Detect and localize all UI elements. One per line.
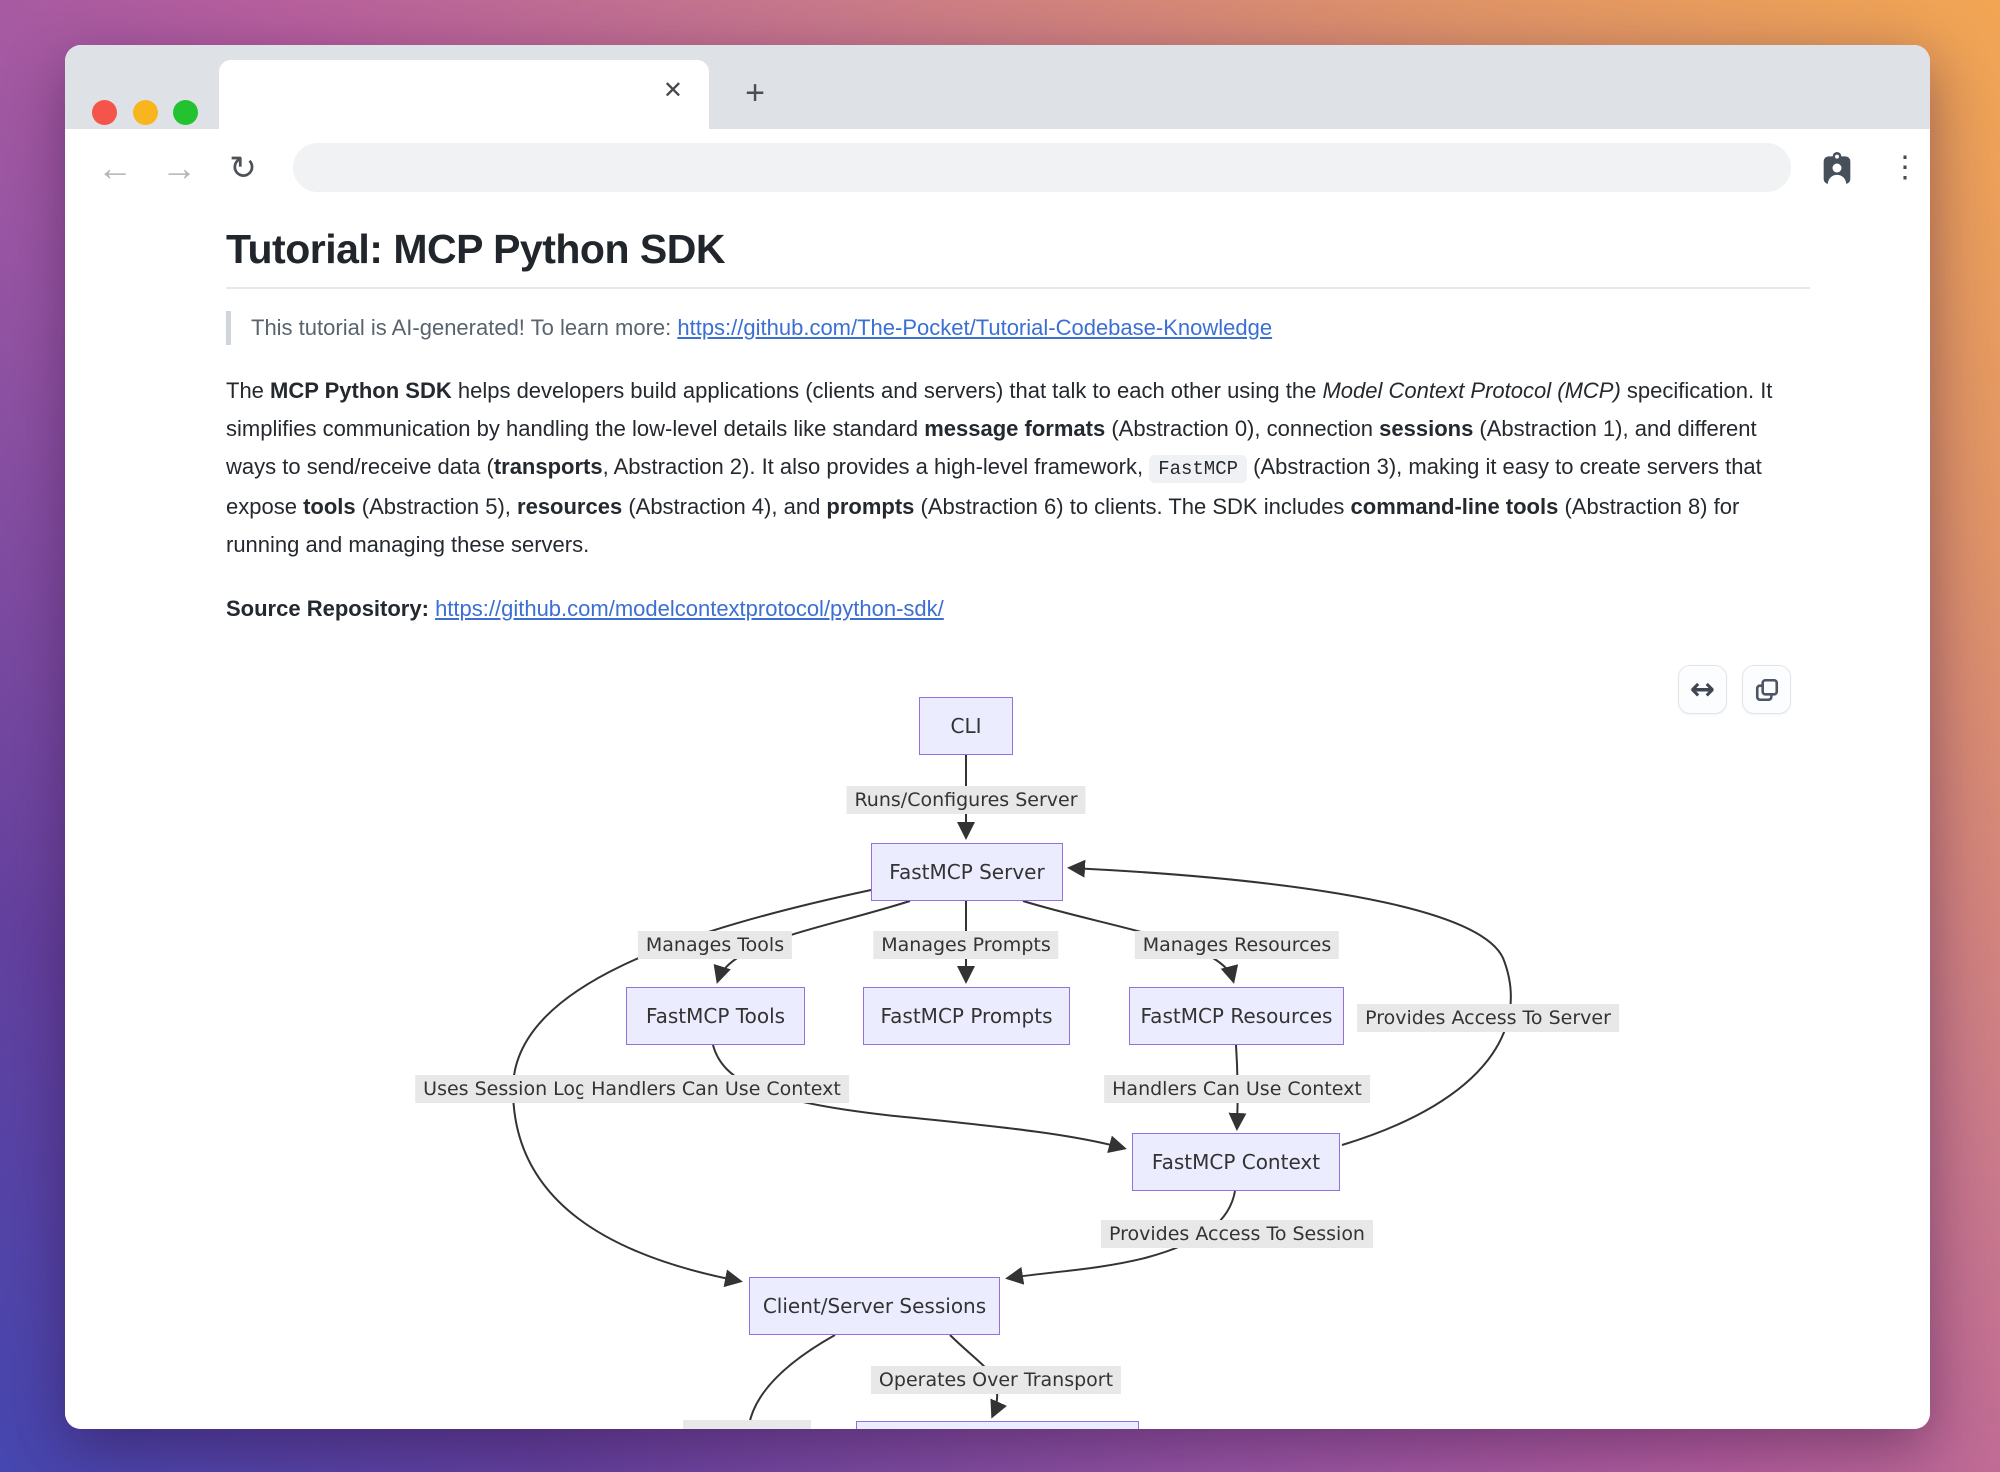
url-input[interactable] bbox=[293, 143, 1791, 192]
architecture-diagram: CLI FastMCP Server FastMCP Tools FastMCP… bbox=[65, 650, 1930, 1429]
node-fastmcp-prompts: FastMCP Prompts bbox=[863, 987, 1070, 1045]
copy-diagram-button[interactable] bbox=[1742, 665, 1791, 714]
node-fastmcp-server: FastMCP Server bbox=[871, 843, 1063, 901]
edge-label-operates-over-transport: Operates Over Transport bbox=[871, 1366, 1121, 1394]
intro-paragraph: The MCP Python SDK helps developers buil… bbox=[226, 372, 1810, 564]
copy-icon bbox=[1754, 677, 1780, 703]
minimize-window-button[interactable] bbox=[133, 100, 158, 125]
edge-label-provides-access-to-session: Provides Access To Session bbox=[1101, 1220, 1373, 1248]
node-fastmcp-resources: FastMCP Resources bbox=[1129, 987, 1344, 1045]
forward-icon[interactable]: → bbox=[157, 129, 201, 206]
maximize-window-button[interactable] bbox=[173, 100, 198, 125]
node-fastmcp-context: FastMCP Context bbox=[1132, 1133, 1340, 1191]
menu-dots-icon[interactable]: ⋮ bbox=[1887, 129, 1923, 206]
expand-diagram-button[interactable]: ↔ bbox=[1678, 665, 1727, 714]
tutorial-codebase-link[interactable]: https://github.com/The-Pocket/Tutorial-C… bbox=[677, 315, 1272, 340]
browser-tab[interactable]: ✕ bbox=[219, 60, 709, 129]
browser-toolbar: ← → ↻ ⋮ bbox=[65, 129, 1930, 207]
tab-strip: ✕ + bbox=[65, 45, 1930, 129]
edge-label-partial-bottom bbox=[683, 1420, 811, 1429]
source-repository-label: Source Repository: bbox=[226, 596, 429, 621]
edge-label-uses-session-logic: Uses Session Logic bbox=[415, 1075, 611, 1103]
node-transport-partial bbox=[856, 1421, 1139, 1429]
edge-label-runs-configures-server: Runs/Configures Server bbox=[846, 786, 1085, 814]
callout-text: This tutorial is AI-generated! To learn … bbox=[251, 315, 677, 340]
edge-sessions-bottomleft bbox=[749, 1335, 835, 1425]
edge-label-provides-access-to-server: Provides Access To Server bbox=[1357, 1004, 1619, 1032]
source-repository-link[interactable]: https://github.com/modelcontextprotocol/… bbox=[435, 596, 944, 621]
node-cli: CLI bbox=[919, 697, 1013, 755]
node-client-server-sessions: Client/Server Sessions bbox=[749, 1277, 1000, 1335]
edge-label-manages-resources: Manages Resources bbox=[1135, 931, 1339, 959]
close-window-button[interactable] bbox=[92, 100, 117, 125]
expand-arrows-icon: ↔ bbox=[1690, 672, 1715, 707]
title-divider bbox=[226, 287, 1810, 289]
edge-label-manages-tools: Manages Tools bbox=[638, 931, 792, 959]
ai-generated-callout: This tutorial is AI-generated! To learn … bbox=[226, 311, 1810, 345]
edge-label-handlers-can-use-context-left: Handlers Can Use Context bbox=[583, 1075, 849, 1103]
profile-badge-icon[interactable] bbox=[1817, 149, 1857, 189]
reload-icon[interactable]: ↻ bbox=[221, 129, 265, 206]
page-title: Tutorial: MCP Python SDK bbox=[226, 226, 1810, 273]
source-repository-line: Source Repository: https://github.com/mo… bbox=[226, 596, 1810, 622]
browser-window: ✕ + ← → ↻ ⋮ Tutorial: MCP Python SDK Thi… bbox=[65, 45, 1930, 1429]
new-tab-button[interactable]: + bbox=[737, 75, 773, 111]
back-icon[interactable]: ← bbox=[93, 129, 137, 206]
edge-label-manages-prompts: Manages Prompts bbox=[873, 931, 1058, 959]
page-content: Tutorial: MCP Python SDK This tutorial i… bbox=[65, 206, 1930, 1429]
node-fastmcp-tools: FastMCP Tools bbox=[626, 987, 805, 1045]
tab-close-icon[interactable]: ✕ bbox=[663, 79, 683, 103]
edge-label-handlers-can-use-context-right: Handlers Can Use Context bbox=[1104, 1075, 1370, 1103]
